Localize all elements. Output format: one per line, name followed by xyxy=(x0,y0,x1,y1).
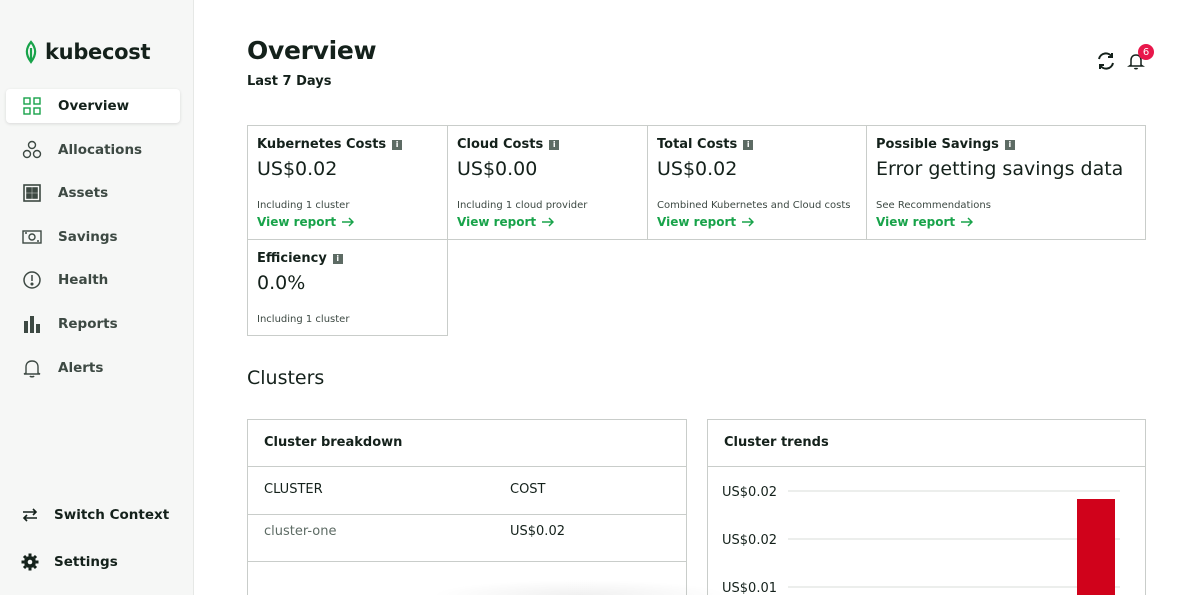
divider xyxy=(708,466,1145,467)
kubecost-logo-icon xyxy=(25,40,37,64)
divider xyxy=(248,561,686,562)
column-header-cluster[interactable]: CLUSTER xyxy=(264,482,323,497)
arrow-right-icon xyxy=(742,217,755,227)
arrow-right-icon xyxy=(542,217,555,227)
sidebar-item-label: Reports xyxy=(58,315,118,332)
divider xyxy=(248,466,686,467)
card-title-row: Cloud Costs i xyxy=(457,137,560,152)
refresh-icon xyxy=(1098,52,1114,70)
card-title: Cloud Costs xyxy=(457,137,544,152)
reports-icon xyxy=(22,314,42,334)
column-header-cost[interactable]: COST xyxy=(510,482,546,497)
kubecost-logo[interactable]: kubecost xyxy=(22,40,151,64)
divider xyxy=(248,514,686,515)
arrow-right-icon xyxy=(961,217,974,227)
link-label: View report xyxy=(457,215,537,229)
assets-icon xyxy=(22,183,42,203)
sidebar-item-alerts[interactable]: Alerts xyxy=(6,351,180,385)
view-report-link[interactable]: View report xyxy=(457,215,555,229)
savings-icon xyxy=(22,227,42,247)
panel-title: Cluster trends xyxy=(724,435,829,450)
cluster-trends-panel: Cluster trends US$0.02 US$0.02 US$0.01 xyxy=(707,419,1146,595)
chart-bar[interactable] xyxy=(1077,499,1115,595)
cluster-trends-chart: US$0.02 US$0.02 US$0.01 xyxy=(722,485,1120,595)
card-note: Including 1 cluster xyxy=(257,314,350,325)
grid-icon xyxy=(22,96,42,116)
y-tick-label: US$0.01 xyxy=(722,581,777,595)
panel-title: Cluster breakdown xyxy=(264,435,403,450)
card-note: Including 1 cluster xyxy=(257,200,350,211)
card-title: Total Costs xyxy=(657,137,738,152)
view-report-link[interactable]: View report xyxy=(876,215,974,229)
sidebar-item-label: Assets xyxy=(58,185,109,202)
page-title: Overview xyxy=(247,36,377,65)
total-costs-card: Total Costs i US$0.02 Combined Kubernete… xyxy=(647,125,867,240)
gear-icon xyxy=(20,552,40,572)
sidebar-nav: Overview Allocations Assets Savings Heal… xyxy=(6,89,180,394)
switch-context-button[interactable]: Switch Context xyxy=(20,505,190,525)
settings-label: Settings xyxy=(54,554,118,570)
switch-context-label: Switch Context xyxy=(54,507,170,523)
see-recommendations-note: See Recommendations xyxy=(876,200,991,211)
link-label: View report xyxy=(257,215,337,229)
view-report-link[interactable]: View report xyxy=(657,215,755,229)
refresh-button[interactable] xyxy=(1095,50,1117,72)
kubernetes-costs-card: Kubernetes Costs i US$0.02 Including 1 c… xyxy=(247,125,448,240)
cluster-name-cell[interactable]: cluster-one xyxy=(264,524,337,539)
cloud-costs-card: Cloud Costs i US$0.00 Including 1 cloud … xyxy=(447,125,648,240)
clusters-section-title: Clusters xyxy=(247,367,325,389)
arrow-right-icon xyxy=(342,217,355,227)
cluster-breakdown-panel: Cluster breakdown CLUSTER COST cluster-o… xyxy=(247,419,687,595)
card-title-row: Efficiency i xyxy=(257,251,343,266)
app-name: kubecost xyxy=(45,40,151,64)
info-icon[interactable]: i xyxy=(1004,139,1015,150)
sidebar-item-health[interactable]: Health xyxy=(6,263,180,297)
settings-button[interactable]: Settings xyxy=(20,552,190,572)
allocations-icon xyxy=(22,140,42,160)
link-label: View report xyxy=(657,215,737,229)
info-icon[interactable]: i xyxy=(549,139,560,150)
sidebar-item-label: Health xyxy=(58,272,109,289)
sidebar: kubecost Overview Allocations Assets Sav… xyxy=(0,0,194,595)
sidebar-item-label: Overview xyxy=(58,98,130,114)
card-title: Efficiency xyxy=(257,251,327,266)
notification-count-badge: 6 xyxy=(1138,44,1154,60)
info-icon[interactable]: i xyxy=(392,139,403,150)
view-report-link[interactable]: View report xyxy=(257,215,355,229)
health-icon xyxy=(22,270,42,290)
card-value: US$0.02 xyxy=(657,158,738,180)
card-value: US$0.02 xyxy=(257,158,338,180)
cluster-cost-cell: US$0.02 xyxy=(510,524,565,539)
info-icon[interactable]: i xyxy=(332,253,343,264)
sidebar-item-allocations[interactable]: Allocations xyxy=(6,133,180,167)
card-note: Combined Kubernetes and Cloud costs xyxy=(657,200,851,211)
link-label: View report xyxy=(876,215,956,229)
card-title: Kubernetes Costs xyxy=(257,137,387,152)
swap-arrows-icon xyxy=(20,505,40,525)
card-value: US$0.00 xyxy=(457,158,538,180)
sidebar-item-assets[interactable]: Assets xyxy=(6,176,180,210)
card-value: 0.0% xyxy=(257,272,306,294)
sidebar-item-reports[interactable]: Reports xyxy=(6,307,180,341)
efficiency-card: Efficiency i 0.0% Including 1 cluster xyxy=(247,239,448,336)
bell-icon xyxy=(22,358,42,378)
card-title-row: Total Costs i xyxy=(657,137,754,152)
y-tick-label: US$0.02 xyxy=(722,485,777,500)
sidebar-item-label: Allocations xyxy=(58,141,143,158)
sidebar-item-label: Savings xyxy=(58,228,118,245)
card-title: Possible Savings xyxy=(876,137,999,152)
sidebar-item-savings[interactable]: Savings xyxy=(6,220,180,254)
card-title-row: Possible Savings i xyxy=(876,137,1015,152)
date-range-label: Last 7 Days xyxy=(247,74,332,89)
info-icon[interactable]: i xyxy=(743,139,754,150)
sidebar-item-overview[interactable]: Overview xyxy=(6,89,180,123)
possible-savings-card: Possible Savings i Error getting savings… xyxy=(866,125,1146,240)
card-value: Error getting savings data xyxy=(876,158,1124,180)
y-tick-label: US$0.02 xyxy=(722,533,777,548)
sidebar-item-label: Alerts xyxy=(58,359,104,376)
card-title-row: Kubernetes Costs i xyxy=(257,137,403,152)
card-note: Including 1 cloud provider xyxy=(457,200,588,211)
